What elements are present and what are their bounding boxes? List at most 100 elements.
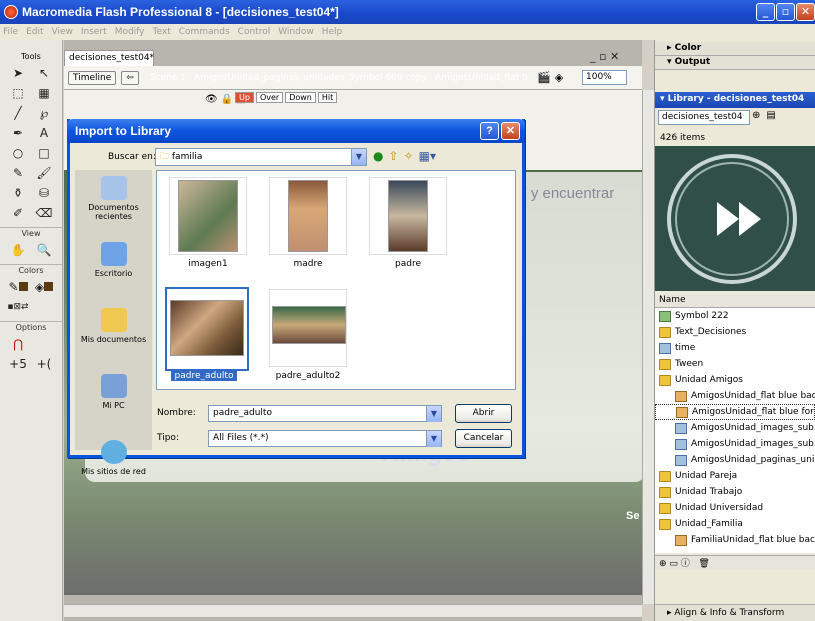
place-desktop[interactable]: Escritorio <box>75 236 152 302</box>
fill-color-icon[interactable]: ◈ <box>32 278 56 296</box>
document-tab[interactable]: decisiones_test04* <box>64 50 154 66</box>
arrow-tool-icon[interactable]: ➤ <box>6 64 30 82</box>
straighten-icon[interactable]: +( <box>32 355 56 373</box>
maximize-button[interactable]: ▫ <box>776 3 795 21</box>
place-network[interactable]: Mis sitios de red <box>75 434 152 500</box>
place-my-documents[interactable]: Mis documentos <box>75 302 152 368</box>
frame-hit[interactable]: Hit <box>317 92 338 103</box>
free-transform-tool-icon[interactable]: ⬚ <box>6 84 30 102</box>
rectangle-tool-icon[interactable]: □ <box>32 144 56 162</box>
view-menu-icon[interactable]: ▦▾ <box>419 149 436 163</box>
edit-scene-icon[interactable]: 🎬 <box>537 71 551 84</box>
menu-item[interactable]: Modify <box>115 27 145 37</box>
eraser-tool-icon[interactable]: ⌫ <box>32 204 56 222</box>
chevron-down-icon[interactable]: ▼ <box>426 406 441 422</box>
subselect-tool-icon[interactable]: ↖ <box>32 64 56 82</box>
chevron-down-icon[interactable]: ▼ <box>351 149 366 165</box>
symbol-crumb[interactable]: AmigosUnidad_paginas_unidades_Symbol 609… <box>194 73 427 83</box>
pencil-tool-icon[interactable]: ✎ <box>6 164 30 182</box>
text-tool-icon[interactable]: A <box>32 124 56 142</box>
fill-transform-tool-icon[interactable]: ▦ <box>32 84 56 102</box>
snap-magnet-icon[interactable]: ⋂ <box>6 335 30 353</box>
library-item[interactable]: AmigosUnidad_flat blue back <box>655 388 815 404</box>
file-thumbnail-selected[interactable] <box>165 287 249 371</box>
ink-bottle-tool-icon[interactable]: ⚱ <box>6 184 30 202</box>
eye-icon[interactable]: 👁 <box>205 94 218 105</box>
help-button[interactable]: ? <box>480 122 499 140</box>
zoom-tool-icon[interactable]: 🔍 <box>32 241 56 259</box>
look-in-select[interactable]: 🗀 familia ▼ <box>155 148 367 166</box>
symbol-crumb[interactable]: AmigosUnidad_flat b <box>435 73 528 83</box>
new-folder-icon[interactable]: ✧ <box>404 149 414 163</box>
frame-down[interactable]: Down <box>285 92 316 103</box>
library-item[interactable]: AmigosUnidad_images_sub... <box>655 420 815 436</box>
brush-tool-icon[interactable]: 🖌 <box>32 164 56 182</box>
open-button[interactable]: Abrir <box>455 404 512 423</box>
close-button[interactable]: ✕ <box>796 3 815 21</box>
zoom-select[interactable]: 100% <box>582 70 627 85</box>
frame-over[interactable]: Over <box>255 92 284 103</box>
name-column-header[interactable]: Name <box>655 294 815 308</box>
library-item[interactable]: AmigosUnidad_paginas_uni... <box>655 452 815 468</box>
smooth-icon[interactable]: +5 <box>6 355 30 373</box>
edit-symbols-icon[interactable]: ◈ <box>555 71 563 84</box>
frame-up[interactable]: Up <box>235 92 254 103</box>
library-panel-header[interactable]: ▾ Library - decisiones_test04 <box>655 92 815 108</box>
library-item[interactable]: AmigosUnidad_images_sub... <box>655 436 815 452</box>
swap-colors-icon[interactable]: ▪⊠⇄ <box>6 298 30 316</box>
stroke-color-icon[interactable]: ✎ <box>6 278 30 296</box>
library-item[interactable]: Tween <box>655 356 815 372</box>
pin-icon[interactable]: ⊕ <box>752 110 760 121</box>
scene-crumb[interactable]: Scene 1 <box>150 73 186 83</box>
line-tool-icon[interactable]: ╱ <box>6 104 30 122</box>
pen-tool-icon[interactable]: ✒ <box>6 124 30 142</box>
file-thumbnail[interactable] <box>369 177 447 255</box>
library-item[interactable]: Unidad Pareja <box>655 468 815 484</box>
file-thumbnail[interactable] <box>269 177 347 255</box>
library-item[interactable]: Unidad_Familia <box>655 516 815 532</box>
up-folder-icon[interactable]: ⇧ <box>388 149 398 163</box>
eyedropper-tool-icon[interactable]: ✐ <box>6 204 30 222</box>
lasso-tool-icon[interactable]: ℘ <box>32 104 56 122</box>
library-item[interactable]: Unidad Amigos <box>655 372 815 388</box>
chevron-down-icon[interactable]: ▼ <box>426 431 441 447</box>
menu-item[interactable]: Help <box>322 27 343 37</box>
file-type-select[interactable]: All Files (*.*) ▼ <box>208 430 442 447</box>
output-panel-header[interactable]: ▾ Output <box>655 56 815 70</box>
menu-item[interactable]: File <box>3 27 18 37</box>
file-thumbnail[interactable] <box>269 289 347 367</box>
cancel-button[interactable]: Cancelar <box>455 429 512 448</box>
library-item[interactable]: Unidad Trabajo <box>655 484 815 500</box>
file-label[interactable]: padre <box>369 259 447 269</box>
hand-tool-icon[interactable]: ✋ <box>6 241 30 259</box>
file-label-selected[interactable]: padre_adulto <box>171 371 237 381</box>
file-name-input[interactable]: padre_adulto ▼ <box>208 405 442 422</box>
color-panel-header[interactable]: ▸ Color <box>655 42 815 56</box>
minimize-button[interactable]: _ <box>756 3 775 21</box>
menu-item[interactable]: Insert <box>81 27 107 37</box>
place-recent[interactable]: Documentos recientes <box>75 170 152 236</box>
file-label[interactable]: imagen1 <box>169 259 247 269</box>
timeline-button[interactable]: Timeline <box>68 70 117 85</box>
menu-item[interactable]: Commands <box>179 27 230 37</box>
document-window-controls[interactable]: _ ▫ ✕ <box>590 50 640 66</box>
menu-item[interactable]: Control <box>238 27 271 37</box>
menu-item[interactable]: Window <box>278 27 314 37</box>
paint-bucket-tool-icon[interactable]: ⛁ <box>32 184 56 202</box>
library-item[interactable]: time <box>655 340 815 356</box>
new-library-icon[interactable]: ▤ <box>766 110 775 121</box>
new-symbol-icon[interactable]: ⊕ ▭ ⓘ 🗑 <box>655 559 710 569</box>
vertical-scrollbar[interactable] <box>642 90 654 604</box>
back-icon[interactable]: ● <box>373 149 383 163</box>
library-item[interactable]: Text_Decisiones <box>655 324 815 340</box>
library-item[interactable]: FamiliaUnidad_flat blue back <box>655 532 815 548</box>
file-thumbnail[interactable] <box>169 177 247 255</box>
library-item[interactable]: Symbol 222 <box>655 308 815 324</box>
horizontal-scrollbar[interactable] <box>64 604 642 617</box>
place-my-computer[interactable]: Mi PC <box>75 368 152 434</box>
menu-item[interactable]: View <box>52 27 73 37</box>
library-item[interactable]: AmigosUnidad_flat blue for... <box>655 404 815 420</box>
back-arrow-icon[interactable]: ⇦ <box>121 70 139 85</box>
library-item[interactable]: Unidad Universidad <box>655 500 815 516</box>
menu-item[interactable]: Text <box>153 27 171 37</box>
